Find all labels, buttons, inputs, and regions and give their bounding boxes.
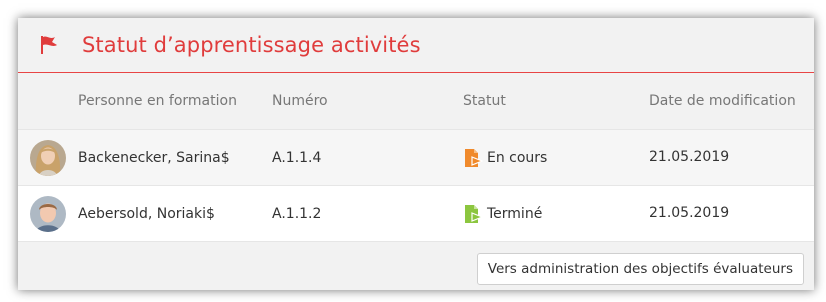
go-to-administration-button[interactable]: Vers administration des objectifs évalua…	[476, 253, 804, 285]
row-status: Terminé	[487, 205, 543, 222]
table-header: Personne en formation Numéro Statut Date…	[18, 73, 814, 130]
row-date: 21.05.2019	[649, 205, 730, 221]
panel-footer: Vers administration des objectifs évalua…	[18, 242, 814, 290]
panel-title: Statut d’apprentissage activités	[82, 33, 421, 57]
completed-document-icon	[463, 204, 484, 224]
column-header-person: Personne en formation	[78, 92, 237, 109]
column-header-status: Statut	[463, 93, 506, 109]
row-date: 21.05.2019	[649, 149, 730, 165]
column-header-number: Numéro	[272, 93, 328, 109]
row-name: Backenecker, Sarina$	[78, 149, 230, 166]
column-header-date: Date de modification	[649, 92, 796, 109]
avatar	[30, 139, 66, 176]
row-name: Aebersold, Noriaki$	[78, 205, 215, 222]
flag-icon	[38, 34, 60, 56]
row-number: A.1.1.4	[272, 149, 322, 166]
panel-header: Statut d’apprentissage activités	[18, 18, 814, 73]
learning-status-panel: Statut d’apprentissage activités Personn…	[18, 18, 814, 290]
table-row[interactable]: Backenecker, Sarina$ A.1.1.4 En cours 21…	[18, 130, 814, 186]
table-row[interactable]: Aebersold, Noriaki$ A.1.1.2 Terminé 21.0…	[18, 186, 814, 242]
row-status: En cours	[487, 149, 548, 166]
row-number: A.1.1.2	[272, 205, 322, 222]
in-progress-document-icon	[463, 148, 484, 168]
avatar	[30, 195, 66, 232]
